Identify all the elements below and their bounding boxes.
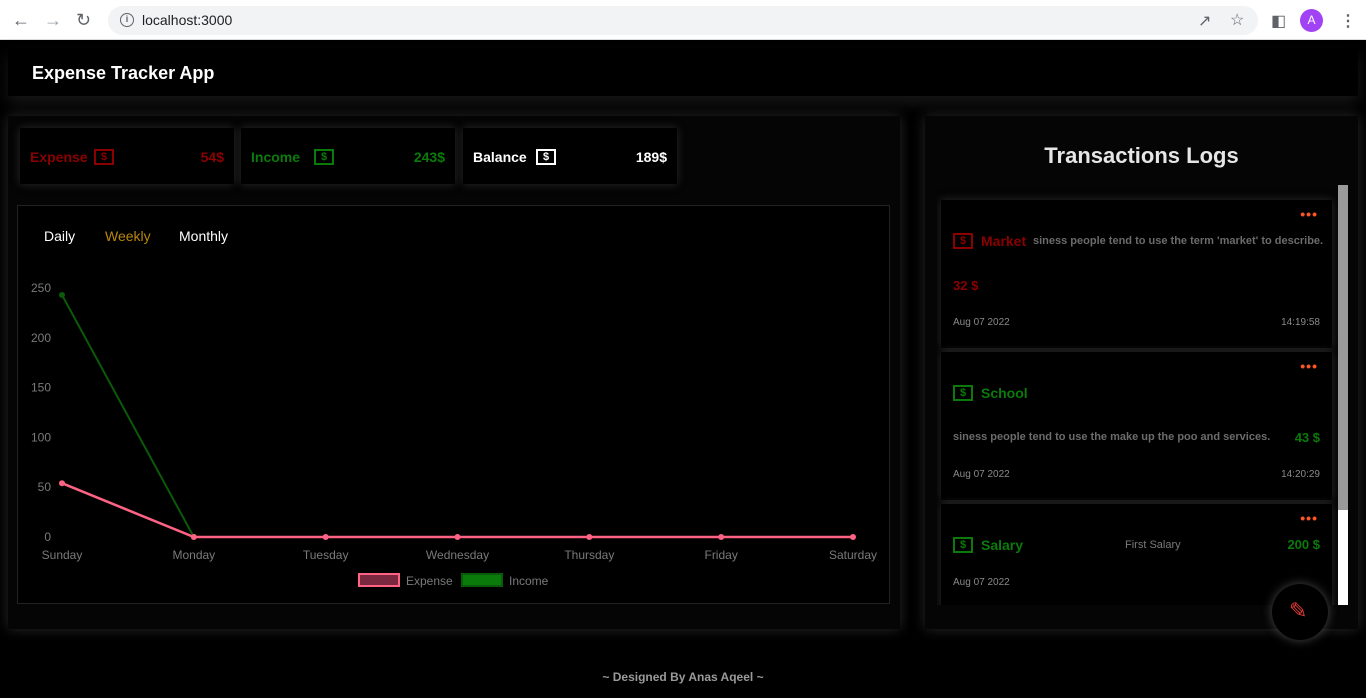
more-options-icon[interactable]: ••• bbox=[1300, 206, 1318, 222]
balance-card: Balance $ 189$ bbox=[463, 128, 677, 184]
transaction-description: siness people tend to use the term 'mark… bbox=[1033, 235, 1324, 247]
share-icon[interactable]: ↗ bbox=[1198, 11, 1211, 31]
transaction-item: ••• $ Market siness people tend to use t… bbox=[941, 200, 1332, 348]
site-info-icon[interactable]: i bbox=[120, 13, 134, 27]
transaction-amount: 32 $ bbox=[953, 278, 979, 293]
logs-title: Transactions Logs bbox=[1044, 143, 1239, 168]
transaction-name: School bbox=[981, 385, 1028, 401]
dollar-icon: $ bbox=[536, 149, 556, 165]
chart-container: Daily Weekly Monthly 0 50 100 150 200 250 Sund… bbox=[17, 205, 890, 604]
line-chart: 0 50 100 150 200 250 Sunday Monday Tuesday Wednes… bbox=[31, 281, 877, 588]
data-point-expense bbox=[322, 534, 329, 540]
dollar-icon: $ bbox=[953, 537, 973, 553]
data-point-expense bbox=[718, 534, 725, 540]
dollar-icon: $ bbox=[94, 149, 114, 165]
x-tick-label: Tuesday bbox=[303, 548, 349, 562]
profile-initial: A bbox=[1307, 13, 1316, 27]
expense-card: Expense $ 54$ bbox=[20, 128, 234, 184]
footer: ~ Designed By Anas Aqeel ~ bbox=[0, 660, 1366, 698]
income-card: Income $ 243$ bbox=[241, 128, 455, 184]
balance-value: 189$ bbox=[635, 149, 667, 165]
data-point-expense bbox=[59, 480, 65, 487]
legend-swatch-expense bbox=[358, 573, 400, 587]
transactions-panel: Transactions Logs ••• $ Market siness pe… bbox=[925, 116, 1358, 629]
dollar-icon: $ bbox=[314, 149, 334, 165]
y-tick-label: 250 bbox=[31, 281, 51, 295]
transaction-amount: 200 $ bbox=[1287, 537, 1320, 552]
income-label: Income bbox=[251, 149, 301, 165]
scrollbar-thumb[interactable] bbox=[1338, 185, 1348, 510]
pencil-icon: ✎ bbox=[1289, 598, 1308, 623]
y-tick-label: 50 bbox=[38, 480, 52, 494]
transaction-date: Aug 07 2022 bbox=[953, 577, 1010, 588]
series-line-income bbox=[61, 294, 195, 538]
transaction-time: 14:20:29 bbox=[1281, 469, 1320, 480]
legend-swatch-income bbox=[461, 573, 503, 587]
dollar-icon: $ bbox=[953, 385, 973, 401]
reload-icon[interactable]: ↻ bbox=[76, 10, 91, 31]
transaction-description: siness people tend to use the make up th… bbox=[953, 431, 1271, 443]
series-line-expense bbox=[61, 482, 853, 539]
transaction-date: Aug 07 2022 bbox=[953, 469, 1010, 480]
dollar-icon: $ bbox=[953, 233, 973, 249]
y-tick-label: 100 bbox=[31, 430, 51, 444]
app-header: Expense Tracker App bbox=[8, 48, 1358, 96]
data-point-expense bbox=[586, 534, 593, 540]
expense-value: 54$ bbox=[200, 149, 224, 165]
x-tick-label: Thursday bbox=[564, 548, 614, 562]
legend-label-income: Income bbox=[509, 574, 549, 588]
y-tick-label: 0 bbox=[44, 530, 51, 544]
edit-button[interactable]: ✎ bbox=[1272, 584, 1328, 640]
transaction-date: Aug 07 2022 bbox=[953, 317, 1010, 328]
transaction-time: 14:19:58 bbox=[1281, 317, 1320, 328]
sidebar-icon[interactable]: ◧ bbox=[1271, 11, 1286, 31]
profile-avatar[interactable]: A bbox=[1300, 9, 1323, 32]
income-value: 243$ bbox=[413, 149, 445, 165]
footer-credit: ~ Designed By Anas Aqeel ~ bbox=[602, 670, 764, 684]
url-text[interactable]: localhost:3000 bbox=[142, 12, 232, 28]
browser-toolbar: ← → ↻ i localhost:3000 ↗ ☆ ◧ A ⋮ bbox=[0, 0, 1366, 40]
y-tick-label: 200 bbox=[31, 331, 51, 345]
x-tick-label: Sunday bbox=[42, 548, 83, 562]
y-tick-label: 150 bbox=[31, 381, 51, 395]
address-bar[interactable]: i localhost:3000 ↗ ☆ bbox=[108, 6, 1258, 35]
forward-icon[interactable]: → bbox=[44, 10, 62, 31]
x-tick-label: Monday bbox=[172, 548, 215, 562]
data-point-expense bbox=[850, 534, 856, 540]
transaction-amount: 43 $ bbox=[1294, 430, 1320, 445]
expense-label: Expense bbox=[30, 149, 88, 165]
transaction-description: First Salary bbox=[1125, 539, 1181, 551]
more-options-icon[interactable]: ••• bbox=[1300, 358, 1318, 374]
app-title: Expense Tracker App bbox=[32, 63, 215, 83]
transactions-list: ••• $ Market siness people tend to use t… bbox=[937, 185, 1348, 605]
transaction-name: Market bbox=[981, 233, 1027, 249]
x-tick-label: Wednesday bbox=[426, 548, 489, 562]
transaction-item: ••• $ School siness people tend to use t… bbox=[941, 352, 1332, 500]
star-icon[interactable]: ☆ bbox=[1230, 10, 1244, 30]
data-point-income bbox=[59, 291, 65, 298]
transaction-item: ••• $ Salary First Salary 200 $ Aug 07 2… bbox=[941, 504, 1332, 605]
kebab-menu-icon[interactable]: ⋮ bbox=[1340, 11, 1356, 31]
data-point-expense bbox=[454, 534, 461, 540]
balance-label: Balance bbox=[473, 149, 527, 165]
legend-label-expense: Expense bbox=[406, 574, 453, 588]
app-root: Expense Tracker App Expense $ 54$ Income… bbox=[0, 40, 1366, 698]
more-options-icon[interactable]: ••• bbox=[1300, 510, 1318, 526]
x-tick-label: Saturday bbox=[829, 548, 877, 562]
transaction-name: Salary bbox=[981, 537, 1024, 553]
dashboard-panel: Expense $ 54$ Income $ 243$ Balance $ 18… bbox=[8, 116, 900, 629]
data-point-expense bbox=[190, 534, 197, 540]
x-tick-label: Friday bbox=[704, 548, 737, 562]
back-icon[interactable]: ← bbox=[12, 10, 30, 31]
